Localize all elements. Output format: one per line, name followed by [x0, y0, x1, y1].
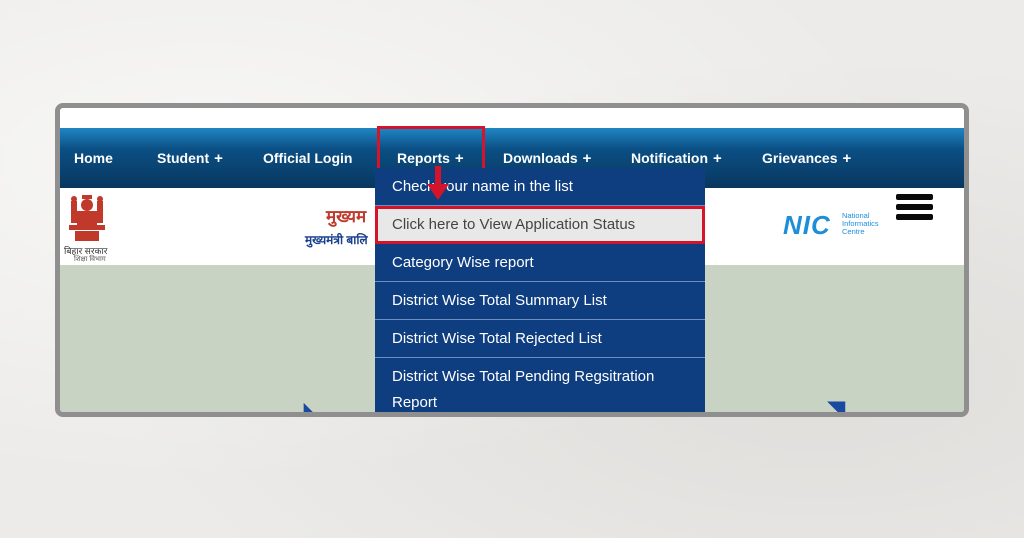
nic-logo-icon: NIC	[783, 210, 831, 240]
hindi-title: मुख्यम	[326, 207, 367, 226]
dropdown-item-label: District Wise Total Pending Regsitration…	[392, 368, 655, 411]
nav-label: Notification	[631, 150, 708, 166]
nav-item-grievances[interactable]: Grievances +	[762, 128, 851, 188]
nav-item-home[interactable]: Home	[74, 128, 113, 188]
arrow-down-icon	[427, 166, 449, 200]
nav-item-official-login[interactable]: Official Login	[263, 128, 352, 188]
browser-frame: Home Student + Official Login Reports + Do…	[55, 103, 969, 417]
nav-label: Home	[74, 150, 113, 166]
top-strip	[60, 108, 964, 128]
dropdown-item-label: Click here to View Application Status	[392, 216, 636, 233]
dropdown-item-district-rejected[interactable]: District Wise Total Rejected List	[375, 320, 705, 358]
dropdown-item-district-pending[interactable]: District Wise Total Pending Regsitration…	[375, 358, 705, 412]
dropdown-item-category-wise[interactable]: Category Wise report	[375, 244, 705, 282]
dropdown-item-view-application-status[interactable]: Click here to View Application Status	[375, 206, 705, 244]
dropdown-item-label: District Wise Total Summary List	[392, 292, 607, 309]
plus-icon: +	[713, 150, 722, 167]
nav-label: Grievances	[762, 150, 838, 166]
dropdown-item-district-summary[interactable]: District Wise Total Summary List	[375, 282, 705, 320]
partial-glyph-right: ◥	[828, 396, 845, 417]
partial-glyph-left: ◣	[304, 398, 321, 417]
nic-line: Centre	[842, 227, 865, 236]
hamburger-icon[interactable]	[896, 194, 933, 230]
plus-icon: +	[214, 150, 223, 167]
emblem-subcaption: शिक्षा विभाग	[74, 256, 106, 263]
nav-item-student[interactable]: Student +	[157, 128, 223, 188]
nic-caption: National Informatics Centre	[842, 212, 879, 236]
emblem-icon	[69, 195, 105, 241]
dropdown-item-label: Category Wise report	[392, 254, 534, 271]
nav-label: Official Login	[263, 150, 353, 166]
plus-icon: +	[842, 150, 852, 167]
hindi-subtitle: मुख्यमंत्री बालि	[305, 233, 368, 247]
nav-label: Downloads	[503, 150, 578, 166]
dropdown-item-label: Check your name in the list	[392, 178, 573, 195]
reports-dropdown-menu: Check your name in the list Click here t…	[375, 168, 705, 412]
dropdown-item-label: District Wise Total Rejected List	[392, 330, 602, 347]
nav-label: Student	[157, 150, 210, 166]
plus-icon: +	[582, 150, 592, 167]
